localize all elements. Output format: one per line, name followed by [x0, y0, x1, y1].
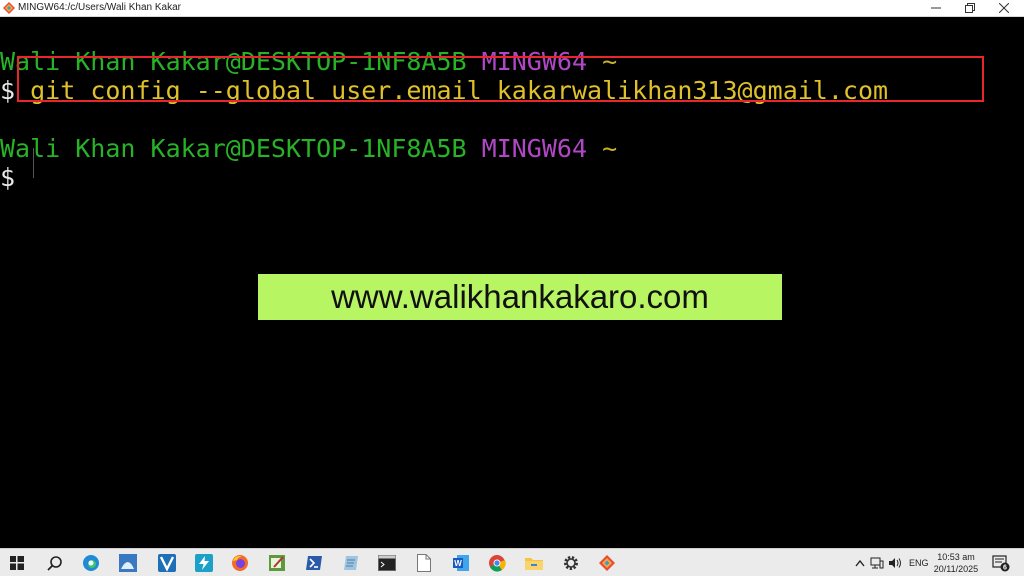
- terminal-window-icon: [378, 555, 396, 571]
- windows-logo-icon: [10, 556, 24, 570]
- window-title-bar[interactable]: MINGW64:/c/Users/Wali Khan Kakar: [0, 0, 1024, 17]
- restore-icon: [965, 3, 975, 13]
- notification-count: 6: [1003, 564, 1007, 571]
- command-highlight-box: [17, 56, 984, 102]
- taskbar-powershell[interactable]: [303, 552, 325, 574]
- clock-date: 20/11/2025: [933, 564, 979, 574]
- blank-document-icon: [417, 554, 431, 572]
- taskbar-app-vectorworks[interactable]: [156, 552, 178, 574]
- window-title: MINGW64:/c/Users/Wali Khan Kakar: [18, 2, 182, 13]
- taskbar-file-explorer[interactable]: [523, 552, 545, 574]
- network-icon: [870, 557, 884, 568]
- notification-icon: 6: [992, 554, 1010, 571]
- gear-icon: [564, 556, 578, 570]
- minimize-button[interactable]: [920, 0, 952, 16]
- taskbar: W ENG 10:53 am 20/11/2025 6: [0, 548, 1024, 576]
- folder-icon: [525, 558, 543, 570]
- network-tray[interactable]: [870, 549, 884, 576]
- git-bash-icon: [3, 2, 15, 14]
- input-line[interactable]: $: [0, 163, 15, 193]
- close-icon: [999, 3, 1009, 13]
- taskbar-chrome[interactable]: [486, 552, 508, 574]
- chrome-icon: [489, 555, 506, 572]
- taskbar-app-scroll[interactable]: [340, 552, 362, 574]
- taskbar-word[interactable]: W: [450, 552, 472, 574]
- v-logo-icon: [158, 554, 176, 572]
- taskbar-app-bolt[interactable]: [193, 552, 215, 574]
- search-icon: [47, 556, 62, 571]
- website-banner: www.walikhankakaro.com: [258, 274, 782, 320]
- action-center-button[interactable]: 6: [992, 549, 1010, 576]
- taskbar-app-editor[interactable]: [266, 552, 288, 574]
- chevron-up-icon: [855, 559, 865, 566]
- prompt-line-2: Wali Khan Kakar@DESKTOP-1NF8A5B MINGW64 …: [0, 134, 617, 164]
- prompt-symbol: $: [0, 163, 16, 192]
- prompt-symbol: $: [0, 76, 16, 105]
- firefox-icon: [232, 555, 248, 571]
- clock[interactable]: 10:53 am 20/11/2025: [924, 551, 988, 575]
- word-icon: W: [453, 555, 469, 571]
- restore-button[interactable]: [954, 0, 986, 16]
- speaker-icon: [889, 557, 901, 568]
- taskbar-git-bash[interactable]: [596, 552, 618, 574]
- lightning-bolt-icon: [195, 554, 213, 572]
- prompt-path: ~: [602, 134, 618, 163]
- taskbar-firefox[interactable]: [229, 552, 251, 574]
- edge-browser-icon: [83, 555, 99, 571]
- taskbar-terminal[interactable]: [376, 552, 398, 574]
- search-button[interactable]: [44, 552, 66, 574]
- svg-text:W: W: [454, 559, 462, 568]
- show-hidden-icons[interactable]: [855, 549, 865, 576]
- taskbar-settings[interactable]: [560, 552, 582, 574]
- website-banner-text: www.walikhankakaro.com: [331, 278, 709, 315]
- taskbar-app-wireshark[interactable]: [117, 552, 139, 574]
- git-bash-icon: [599, 555, 615, 571]
- start-button[interactable]: [6, 552, 28, 574]
- volume-tray[interactable]: [888, 549, 902, 576]
- taskbar-blank-file[interactable]: [413, 552, 435, 574]
- prompt-user-host: Wali Khan Kakar@DESKTOP-1NF8A5B: [0, 134, 467, 163]
- powershell-icon: [306, 556, 322, 570]
- prompt-env: MINGW64: [481, 134, 588, 163]
- text-cursor: [33, 148, 34, 178]
- scroll-icon: [344, 556, 358, 570]
- taskbar-edge[interactable]: [80, 552, 102, 574]
- notepad-pen-icon: [269, 555, 285, 571]
- shark-fin-icon: [119, 554, 137, 572]
- minimize-icon: [931, 7, 941, 9]
- close-button[interactable]: [988, 0, 1020, 16]
- clock-time: 10:53 am: [937, 552, 975, 562]
